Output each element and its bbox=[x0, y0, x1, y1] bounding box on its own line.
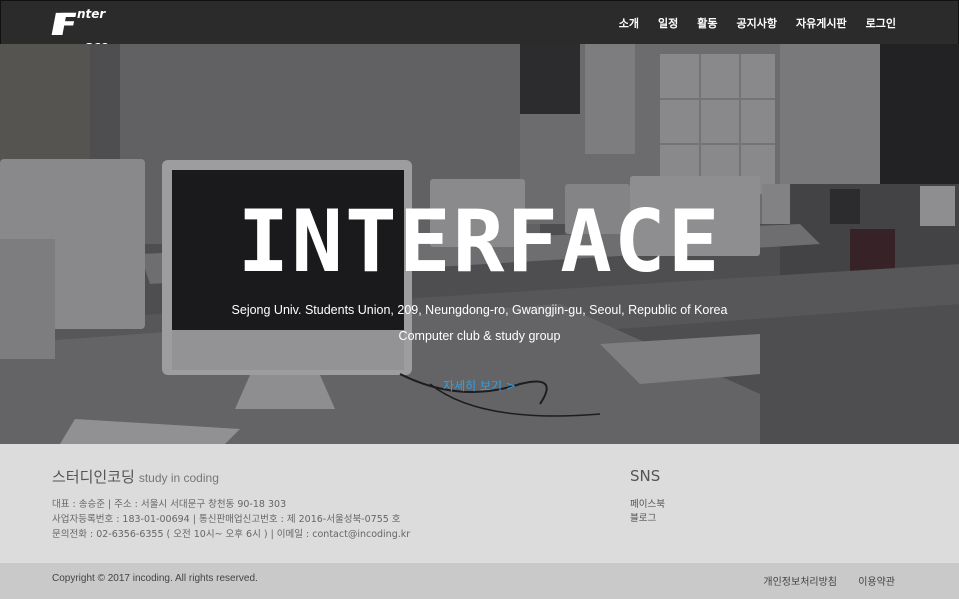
footer: 스터디인코딩 study in coding 대표 : 송승준 | 주소 : 서울… bbox=[0, 444, 959, 563]
nav-item-about[interactable]: 소개 bbox=[619, 15, 639, 31]
footer-policy-links: 개인정보처리방침 이용약관 bbox=[745, 573, 895, 588]
privacy-policy-link[interactable]: 개인정보처리방침 bbox=[763, 577, 837, 588]
view-more-link[interactable]: 자세히 보기 > bbox=[443, 379, 516, 393]
copyright-text: Copyright © 2017 incoding. All rights re… bbox=[52, 573, 258, 584]
footer-brand-name: 스터디인코딩 bbox=[52, 468, 135, 486]
nav-item-free-board[interactable]: 자유게시판 bbox=[796, 15, 847, 31]
hero-title: INTERFACE bbox=[237, 192, 722, 292]
sns-title: SNS bbox=[630, 467, 661, 485]
hero-banner: INTERFACE Sejong Univ. Students Union, 2… bbox=[0, 44, 959, 444]
footer-info-line: 대표 : 송승준 | 주소 : 서울시 서대문구 창천동 90-18 303 bbox=[52, 499, 287, 510]
nav-item-activities[interactable]: 활동 bbox=[697, 15, 717, 31]
nav-item-login[interactable]: 로그인 bbox=[866, 15, 896, 31]
facebook-link[interactable]: 페이스북 bbox=[630, 496, 665, 510]
blog-link[interactable]: 블로그 bbox=[630, 510, 656, 524]
logo-text-top: nter bbox=[77, 7, 106, 21]
nav-item-notices[interactable]: 공지사항 bbox=[737, 15, 777, 31]
interface-logo[interactable]: IF nter ace bbox=[51, 7, 125, 52]
footer-brand-sub: study in coding bbox=[138, 471, 219, 485]
footer-brand: 스터디인코딩 study in coding bbox=[52, 466, 219, 487]
footer-bottom-bar: Copyright © 2017 incoding. All rights re… bbox=[0, 563, 959, 599]
nav-item-schedule[interactable]: 일정 bbox=[658, 15, 678, 31]
hero-address: Sejong Univ. Students Union, 209, Neungd… bbox=[231, 303, 728, 317]
terms-of-use-link[interactable]: 이용약관 bbox=[858, 577, 895, 588]
footer-info-line: 문의전화 : 02-6356-6355 ( 오전 10시~ 오후 6시 ) | … bbox=[52, 529, 411, 540]
logo-mark: IF bbox=[51, 8, 77, 43]
hero-subtitle: Computer club & study group bbox=[398, 329, 561, 343]
footer-info-line: 사업자등록번호 : 183-01-00694 | 통신판매업신고번호 : 제 2… bbox=[52, 514, 401, 525]
top-navbar: IF nter ace 소개 일정 활동 공지사항 자유게시판 로그인 bbox=[0, 0, 959, 52]
main-menu: 소개 일정 활동 공지사항 자유게시판 로그인 bbox=[600, 1, 896, 45]
